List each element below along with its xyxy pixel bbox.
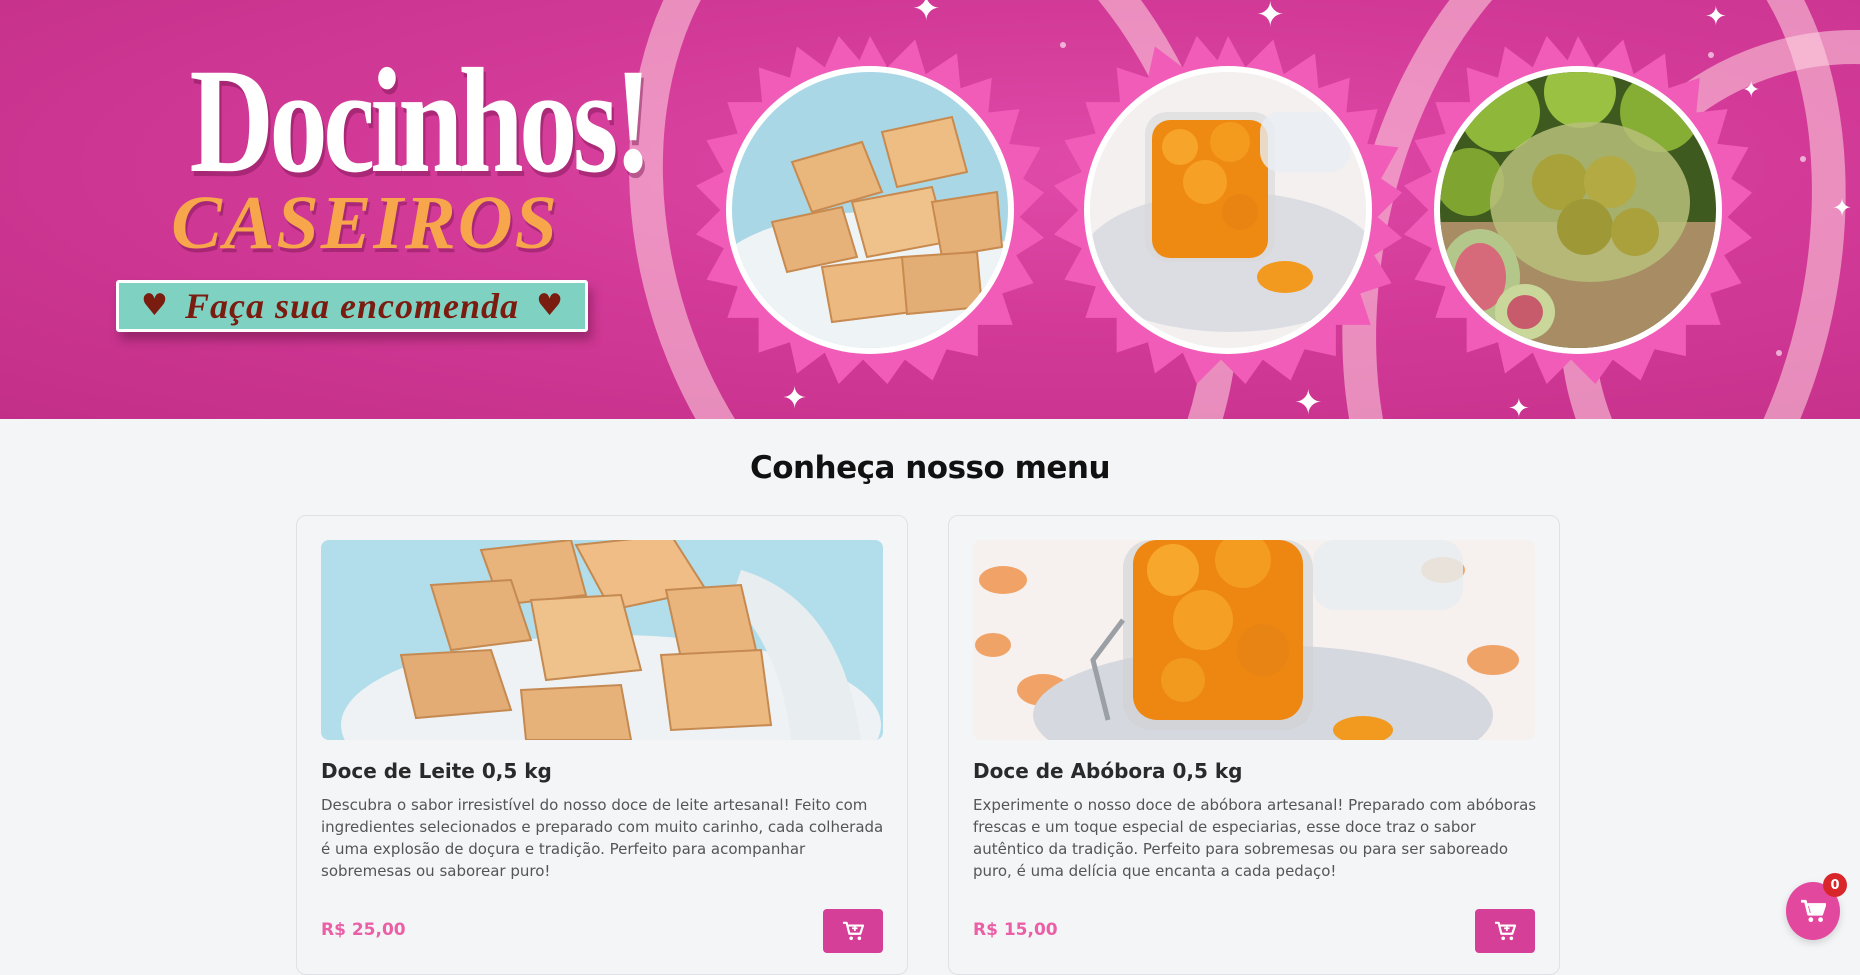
product-description: Descubra o sabor irresistível do nosso d… bbox=[321, 796, 884, 880]
menu-section-title: Conheça nosso menu bbox=[749, 450, 1111, 486]
doce-de-leite-photo bbox=[732, 72, 1008, 348]
sparkle-icon: ✦ bbox=[1508, 394, 1530, 419]
product-name: Doce de Leite 0,5 kg bbox=[321, 759, 552, 783]
sparkle-dot bbox=[1776, 350, 1782, 356]
heart-icon: ♥ bbox=[536, 288, 563, 323]
sparkle-icon: ✦ bbox=[1705, 2, 1727, 32]
cart-plus-icon bbox=[843, 921, 864, 941]
product-price: R$ 15,00 bbox=[973, 920, 1058, 940]
add-to-cart-button[interactable] bbox=[1475, 909, 1535, 953]
product-name: Doce de Abóbora 0,5 kg bbox=[973, 759, 1243, 783]
sparkle-icon: ✦ bbox=[1294, 383, 1323, 419]
sparkle-dot bbox=[1060, 42, 1066, 48]
product-card: Doce de Leite 0,5 kg Descubra o sabor ir… bbox=[296, 515, 908, 975]
sparkle-icon: ✦ bbox=[912, 0, 941, 29]
add-to-cart-button[interactable] bbox=[823, 909, 883, 953]
sparkle-dot bbox=[1800, 156, 1806, 162]
order-button-label: Faça sua encomenda bbox=[184, 286, 519, 326]
product-card: Doce de Abóbora 0,5 kg Experimente o nos… bbox=[948, 515, 1560, 975]
heart-icon: ♥ bbox=[141, 288, 168, 323]
product-description: Experimente o nosso doce de abóbora arte… bbox=[973, 796, 1537, 880]
product-price: R$ 25,00 bbox=[321, 920, 406, 940]
doce-de-abobora-photo bbox=[973, 540, 1535, 740]
cart-icon bbox=[1801, 899, 1826, 923]
sparkle-icon: ✦ bbox=[1832, 194, 1853, 222]
brand-logo: Docinhos! CASEIROS ♥ Faça sua encomenda … bbox=[116, 38, 653, 350]
order-button[interactable]: ♥ Faça sua encomenda ♥ bbox=[116, 280, 588, 332]
cart-plus-icon bbox=[1495, 921, 1516, 941]
product-image bbox=[321, 540, 883, 740]
doce-de-abobora-photo bbox=[1090, 72, 1366, 348]
sparkle-dot bbox=[1708, 52, 1714, 58]
product-image bbox=[973, 540, 1535, 740]
doce-de-figo-photo bbox=[1440, 72, 1716, 348]
doce-de-leite-photo bbox=[321, 540, 883, 740]
logo-subtitle: CASEIROS bbox=[171, 181, 559, 265]
cart-count-badge: 0 bbox=[1823, 873, 1847, 897]
hero-banner: ✦ ✦ ✦ ✦ ✦ ✦ ✦ ✦ Docinhos! CASEIROS ♥ Faç… bbox=[0, 0, 1860, 419]
sparkle-icon: ✦ bbox=[1742, 78, 1761, 103]
logo-title: Docinhos! bbox=[189, 38, 653, 204]
sparkle-icon: ✦ bbox=[782, 381, 808, 416]
sparkle-icon: ✦ bbox=[1256, 0, 1285, 35]
